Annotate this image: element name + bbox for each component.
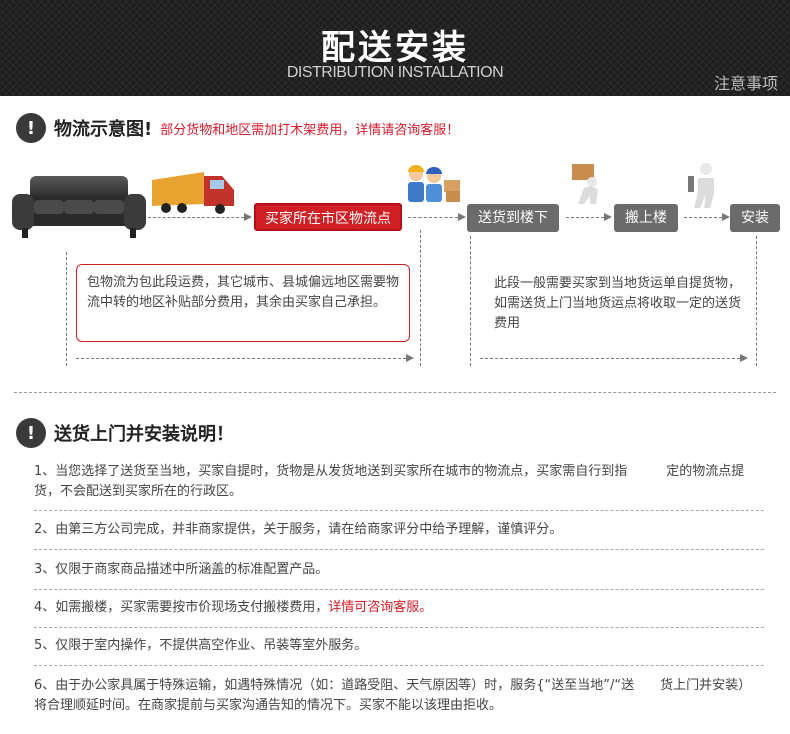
install-note-item: 6、由于办公家具属于特殊运输，如遇特殊情况（如：道路受阻、天气原因等）时，服务{… (34, 678, 752, 713)
step-carry-upstairs: 搬上楼 (614, 204, 678, 232)
logistics-warning: 部分货物和地区需加打木架费用，详情请咨询客服！ (160, 122, 460, 138)
row-divider (34, 589, 764, 590)
header-subtitle: DISTRIBUTION INSTALLATION (286, 64, 504, 81)
step-local-logistics: 买家所在市区物流点 (254, 203, 402, 231)
flow-arrow-1 (148, 217, 244, 218)
install-note-text: 4、如需搬楼，买家需要按市价现场支付搬楼费用， (34, 600, 329, 615)
header-notice-link[interactable]: 注意事项 (714, 70, 778, 94)
flow-arrow-2 (408, 217, 458, 218)
person-carrying-box-icon (572, 164, 598, 204)
range-arrow-right (480, 358, 740, 359)
arrow-head (406, 354, 414, 362)
arrow-head (722, 213, 730, 221)
section-divider (14, 392, 776, 393)
step-install: 安装 (730, 204, 780, 232)
step-deliver-downstairs: 送货到楼下 (467, 204, 559, 232)
arrow-head (244, 213, 252, 221)
paid-segment-note: 包物流为包此段运费，其它城市、县城偏远地区需要物流中转的地区补贴部分费用，其余由… (76, 264, 410, 342)
arrow-head (740, 354, 748, 362)
bracket-line (420, 230, 421, 366)
arrow-head (604, 213, 612, 221)
truck-icon (152, 172, 234, 214)
flow-arrow-3 (566, 217, 604, 218)
row-divider (34, 665, 764, 666)
install-note-item: 5、仅限于室内操作，不提供高空作业、吊装等室外服务。 (34, 638, 368, 653)
install-note-item: 1、当您选择了送货至当地，买家自提时，货物是从发货地送到买家所在城市的物流点，买… (34, 464, 745, 499)
install-note-item: 3、仅限于商家商品描述中所涵盖的标准配置产品。 (34, 562, 329, 577)
bracket-line (66, 252, 67, 366)
workers-icon (408, 165, 460, 202)
row-divider (34, 510, 764, 511)
logistics-title: 物流示意图! (54, 119, 153, 140)
range-arrow-left (76, 358, 406, 359)
bracket-line (756, 236, 757, 366)
row-divider (34, 627, 764, 628)
install-note-item: 4、如需搬楼，买家需要按市价现场支付搬楼费用，详情可咨询客服。 (34, 598, 764, 618)
header-title: 配送安装 (321, 28, 469, 68)
contact-service-link[interactable]: 详情可咨询客服。 (328, 600, 432, 615)
exclamation-icon: ! (16, 113, 46, 143)
install-section-title: ! 送货上门并安装说明！ (16, 418, 234, 448)
row-divider (34, 549, 764, 550)
install-note-item: 2、由第三方公司完成，并非商家提供，关于服务，请在给商家评分中给予理解，谨慎评分… (34, 522, 563, 537)
arrow-head (458, 213, 466, 221)
self-pickup-note: 此段一般需要买家到当地货运单自提货物，如需送货上门当地货运点将收取一定的送货费用 (494, 276, 742, 331)
sofa-icon (12, 176, 146, 238)
bracket-line (470, 236, 471, 366)
logistics-section-title: ! 物流示意图! 部分货物和地区需加打木架费用，详情请咨询客服！ (16, 113, 459, 143)
install-title: 送货上门并安装说明！ (54, 424, 234, 445)
page-header: 配送安装 DISTRIBUTION INSTALLATION 注意事项 (0, 0, 790, 96)
person-with-tool-icon (688, 163, 714, 208)
exclamation-icon: ! (16, 418, 46, 448)
flow-arrow-4 (684, 217, 722, 218)
